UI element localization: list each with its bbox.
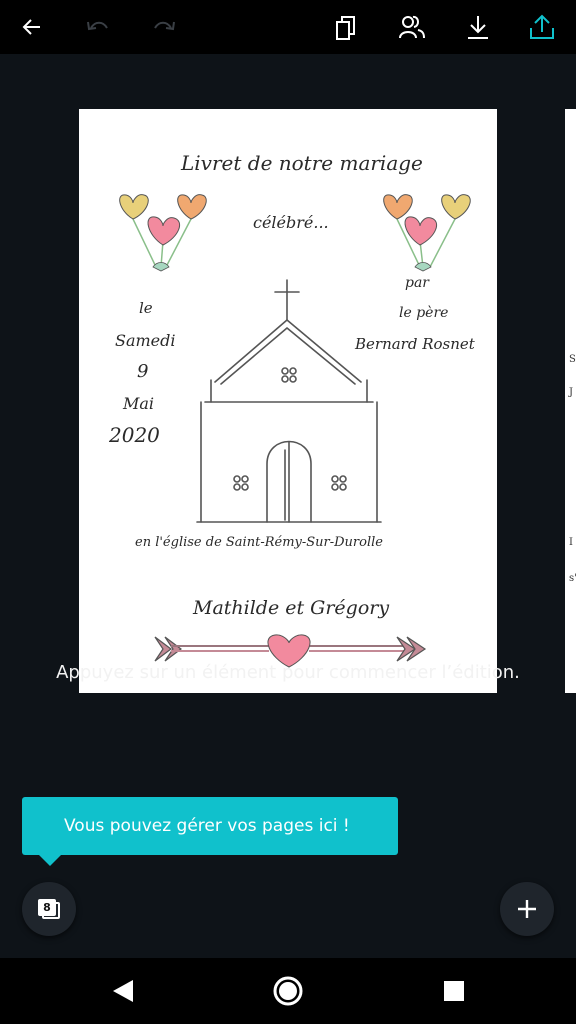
date-day[interactable]: Samedi bbox=[115, 331, 176, 350]
edit-hint-text: Appuyez sur un élément pour commencer l’… bbox=[56, 662, 520, 683]
nav-home-button[interactable] bbox=[268, 971, 308, 1011]
date-number[interactable]: 9 bbox=[137, 361, 148, 382]
pages-tooltip-tail bbox=[38, 854, 62, 866]
redo-icon bbox=[154, 21, 175, 31]
download-icon bbox=[468, 16, 488, 39]
date-year[interactable]: 2020 bbox=[109, 423, 160, 447]
arrow-left-icon bbox=[22, 19, 40, 35]
pages-tooltip[interactable]: Vous pouvez gérer vos pages ici ! bbox=[22, 797, 398, 855]
share-button[interactable] bbox=[522, 8, 562, 46]
pere-label[interactable]: le père bbox=[399, 305, 448, 321]
balloons-left-image[interactable] bbox=[111, 189, 211, 279]
nav-back-button[interactable] bbox=[103, 971, 143, 1011]
church-name[interactable]: en l'église de Saint-Rémy-Sur-Durolle bbox=[135, 535, 383, 550]
page-count: 8 bbox=[38, 899, 56, 916]
nav-back-icon bbox=[113, 980, 133, 1002]
balloons-right-image[interactable] bbox=[375, 189, 475, 279]
date-month[interactable]: Mai bbox=[123, 394, 154, 413]
redo-button[interactable] bbox=[144, 8, 184, 46]
add-element-button[interactable] bbox=[500, 882, 554, 936]
par-label[interactable]: par bbox=[405, 275, 429, 291]
people-icon bbox=[399, 15, 425, 39]
editor-toolbar bbox=[0, 0, 576, 54]
undo-button[interactable] bbox=[78, 8, 118, 46]
back-button[interactable] bbox=[12, 8, 52, 46]
pages-stack-icon: 8 bbox=[38, 899, 60, 919]
date-le[interactable]: le bbox=[139, 299, 153, 317]
church-image[interactable] bbox=[191, 274, 391, 529]
collaborate-button[interactable] bbox=[392, 8, 432, 46]
booklet-subtitle[interactable]: célébré... bbox=[253, 213, 329, 232]
booklet-title[interactable]: Livret de notre mariage bbox=[181, 151, 423, 175]
download-button[interactable] bbox=[458, 8, 498, 46]
nav-recents-button[interactable] bbox=[434, 971, 474, 1011]
upload-share-icon bbox=[530, 14, 554, 39]
duplicate-icon bbox=[336, 16, 355, 40]
couple-names[interactable]: Mathilde et Grégory bbox=[193, 597, 389, 619]
nav-home-icon bbox=[273, 976, 303, 1006]
design-page-1[interactable]: Livret de notre mariage célébré... le Sa… bbox=[79, 109, 497, 693]
design-page-2-preview[interactable]: S J I s' bbox=[565, 109, 576, 693]
system-nav-bar bbox=[0, 958, 576, 1024]
undo-icon bbox=[87, 21, 108, 31]
page-manager-button[interactable]: 8 bbox=[22, 882, 76, 936]
duplicate-button[interactable] bbox=[326, 8, 366, 46]
pages-tooltip-text: Vous pouvez gérer vos pages ici ! bbox=[64, 816, 350, 836]
plus-icon bbox=[518, 900, 536, 918]
nav-recents-icon bbox=[444, 981, 464, 1001]
